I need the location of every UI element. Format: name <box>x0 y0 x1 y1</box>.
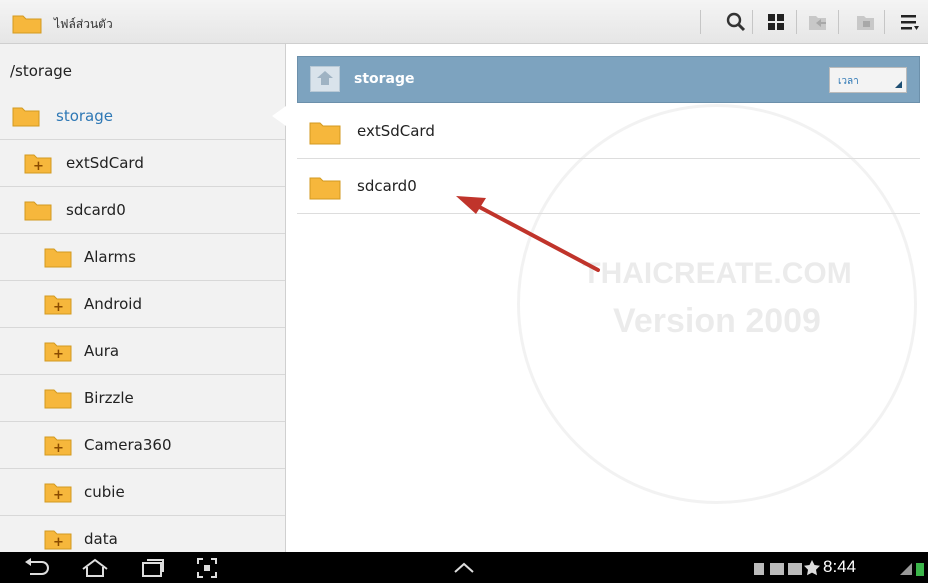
screenshot-icon[interactable] <box>196 557 218 579</box>
tree-item-aura[interactable]: + Aura <box>0 328 285 375</box>
copy-button[interactable] <box>852 8 880 36</box>
app-title: ไฟล์ส่วนตัว <box>54 17 113 31</box>
current-path: /storage <box>10 62 73 80</box>
search-button[interactable] <box>722 8 750 36</box>
svg-text:+: + <box>53 535 64 550</box>
tree-item-label: data <box>84 530 118 548</box>
tree-item-label: Birzzle <box>84 389 134 407</box>
folder-plus-icon: + <box>44 436 72 456</box>
file-row-extsdcard[interactable]: extSdCard <box>297 104 920 159</box>
tree-item-alarms[interactable]: Alarms <box>0 234 285 281</box>
tree-item-storage[interactable]: storage <box>0 93 285 140</box>
tree-item-android[interactable]: + Android <box>0 281 285 328</box>
clock: 8:44 <box>823 557 857 576</box>
annotation-arrow <box>456 196 600 272</box>
dropdown-corner-icon <box>895 81 902 88</box>
tree-item-label: storage <box>56 107 113 125</box>
folder-plus-icon: + <box>24 154 52 174</box>
svg-text:+: + <box>33 159 44 174</box>
action-bar: ไฟล์ส่วนตัว <box>0 0 928 44</box>
back-icon[interactable] <box>22 557 50 579</box>
folder-plus-icon: + <box>44 342 72 362</box>
up-arrow-icon <box>317 71 333 85</box>
svg-text:+: + <box>53 347 64 362</box>
tree-item-cubie[interactable]: + cubie <box>0 469 285 516</box>
toolbar-divider <box>752 10 753 34</box>
toolbar-divider <box>700 10 701 34</box>
sort-dropdown[interactable]: เวลา <box>829 67 907 93</box>
signal-battery-icon <box>900 563 924 576</box>
toolbar-divider <box>838 10 839 34</box>
tree-item-label: Camera360 <box>84 436 172 454</box>
home-icon[interactable] <box>80 557 110 579</box>
menu-icon <box>901 15 919 30</box>
svg-text:+: + <box>53 300 64 315</box>
folder-icon <box>44 248 72 268</box>
up-folder-button[interactable] <box>310 66 340 92</box>
tree-item-label: Aura <box>84 342 120 360</box>
folder-app-icon <box>12 15 42 34</box>
breadcrumb-header: storage เวลา <box>297 56 920 103</box>
folder-icon <box>309 177 341 200</box>
open-folder-icon <box>24 201 52 221</box>
tree-item-camera360[interactable]: + Camera360 <box>0 422 285 469</box>
svg-text:+: + <box>53 488 64 503</box>
file-list-pane: THAICREATE.COM Version 2009 storage เวลา… <box>287 44 928 552</box>
file-name: extSdCard <box>357 122 435 140</box>
toolbar-divider <box>796 10 797 34</box>
tree-item-sdcard0[interactable]: sdcard0 <box>0 187 285 234</box>
recent-apps-icon[interactable] <box>140 557 166 579</box>
tree-item-label: Alarms <box>84 248 136 266</box>
view-mode-button[interactable] <box>762 8 790 36</box>
selection-indicator <box>272 106 286 126</box>
grid-view-icon <box>768 14 784 30</box>
folder-tree-pane: /storage storage + extSdCard sdcard0 Ala… <box>0 44 286 552</box>
tree-item-label: Android <box>84 295 142 313</box>
sort-label: เวลา <box>838 76 859 87</box>
tree-item-extsdcard[interactable]: + extSdCard <box>0 140 285 187</box>
move-button[interactable] <box>804 8 832 36</box>
folder-plus-icon: + <box>44 483 72 503</box>
watermark-text: Version 2009 <box>613 302 821 340</box>
chevron-up-icon[interactable] <box>452 557 476 579</box>
folder-plus-icon: + <box>44 295 72 315</box>
system-nav-bar: 8:44 <box>0 552 928 583</box>
open-folder-icon <box>12 107 40 127</box>
search-icon <box>726 12 746 32</box>
tree-item-label: cubie <box>84 483 125 501</box>
menu-button[interactable] <box>896 8 924 36</box>
tree-item-label: extSdCard <box>66 154 144 172</box>
tree-item-birzzle[interactable]: Birzzle <box>0 375 285 422</box>
toolbar-divider <box>884 10 885 34</box>
tree-item-label: sdcard0 <box>66 201 126 219</box>
current-folder-title: storage <box>354 71 415 87</box>
svg-text:+: + <box>53 441 64 456</box>
copy-icon <box>857 16 874 30</box>
notification-icons <box>754 560 820 576</box>
tree-item-data[interactable]: + data <box>0 516 285 552</box>
move-icon <box>809 16 826 30</box>
folder-plus-icon: + <box>44 530 72 550</box>
folder-icon <box>44 389 72 409</box>
folder-icon <box>309 122 341 145</box>
file-name: sdcard0 <box>357 177 417 195</box>
